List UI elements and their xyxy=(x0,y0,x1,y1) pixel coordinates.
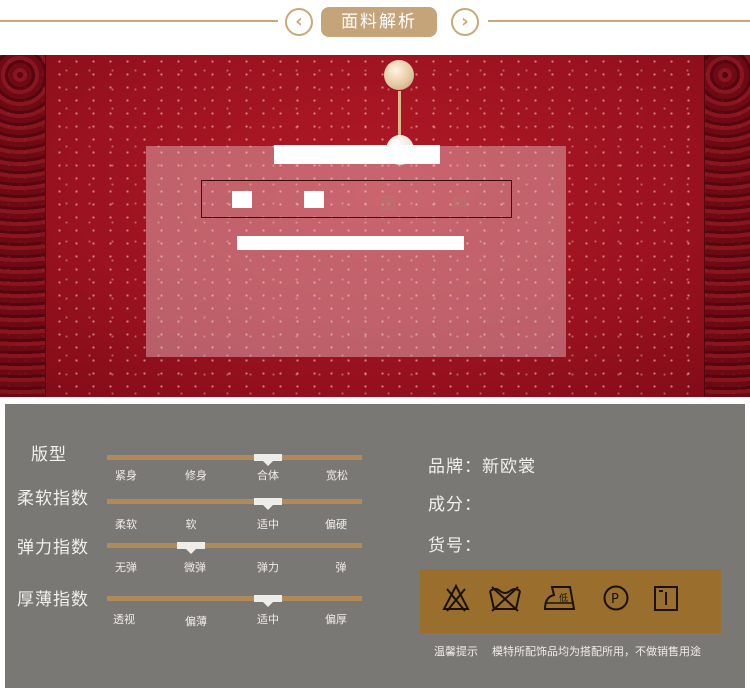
overlay-char: 料 xyxy=(452,194,469,213)
footnote-text: 模特所配饰品均为搭配所用，不做销售用途 xyxy=(492,645,701,658)
redacted-char xyxy=(232,191,252,208)
tick-label: 偏硬 xyxy=(325,518,347,531)
metric-track-elasticity xyxy=(107,543,362,548)
hand-wash-icon xyxy=(488,583,522,613)
tick-label: 软 xyxy=(185,518,197,531)
fabric-label-overlay xyxy=(146,146,566,357)
header-divider-right xyxy=(488,20,750,22)
metric-title-fit: 版型 xyxy=(31,445,67,465)
hang-dry-icon xyxy=(653,583,679,613)
tick-label: 适中 xyxy=(257,613,279,626)
iron-label: 低 xyxy=(559,592,568,604)
tick-label: 偏厚 xyxy=(325,613,347,626)
tick-label: 无弹 xyxy=(115,561,137,574)
metric-track-fit xyxy=(107,455,362,460)
dry-clean-p-icon: P xyxy=(602,583,630,613)
brooch-chain xyxy=(398,91,401,137)
metric-track-thickness xyxy=(107,596,362,601)
redacted-title-bar xyxy=(274,145,440,164)
metric-marker-softness xyxy=(253,498,282,510)
brooch-disc xyxy=(384,60,414,90)
redacted-subtitle-bar xyxy=(237,236,464,250)
metric-marker-thickness xyxy=(253,595,282,607)
brand-label: 品牌：新欧裳 xyxy=(428,457,536,477)
header-divider-left xyxy=(0,20,278,22)
metric-marker-elasticity xyxy=(177,542,206,554)
chevron-left-icon[interactable]: ‹ xyxy=(285,8,313,36)
tick-label: 紧身 xyxy=(115,469,137,482)
tick-label: 修身 xyxy=(185,469,207,482)
dry-clean-label: P xyxy=(611,592,619,607)
tick-label: 弹力 xyxy=(257,561,279,574)
lace-sleeve-left xyxy=(0,55,46,397)
overlay-char: 面 xyxy=(380,194,397,213)
metric-marker-fit xyxy=(253,454,282,466)
metric-title-thickness: 厚薄指数 xyxy=(17,590,89,610)
tick-label: 弹 xyxy=(335,561,347,574)
tick-label: 合体 xyxy=(257,469,279,482)
iron-low-icon: 低 xyxy=(542,583,578,613)
footnote-label: 温馨提示 xyxy=(434,645,478,658)
section-title: 面料解析 xyxy=(321,7,437,37)
metric-title-softness: 柔软指数 xyxy=(17,489,89,509)
tick-label: 适中 xyxy=(257,518,279,531)
sku-label: 货号： xyxy=(428,536,482,556)
composition-label: 成分： xyxy=(428,495,482,515)
tick-label: 宽松 xyxy=(326,469,348,482)
metric-title-elasticity: 弹力指数 xyxy=(17,538,89,558)
product-photo xyxy=(0,55,750,397)
metric-track-softness xyxy=(107,499,362,504)
tick-label: 柔软 xyxy=(115,518,137,531)
redacted-char xyxy=(304,191,324,208)
do-not-bleach-icon xyxy=(442,583,470,613)
tick-label: 透视 xyxy=(113,613,135,626)
lace-sleeve-right xyxy=(704,55,750,397)
tick-label: 偏薄 xyxy=(185,615,207,628)
chevron-right-icon[interactable]: › xyxy=(451,8,479,36)
tick-label: 微弹 xyxy=(184,561,206,574)
